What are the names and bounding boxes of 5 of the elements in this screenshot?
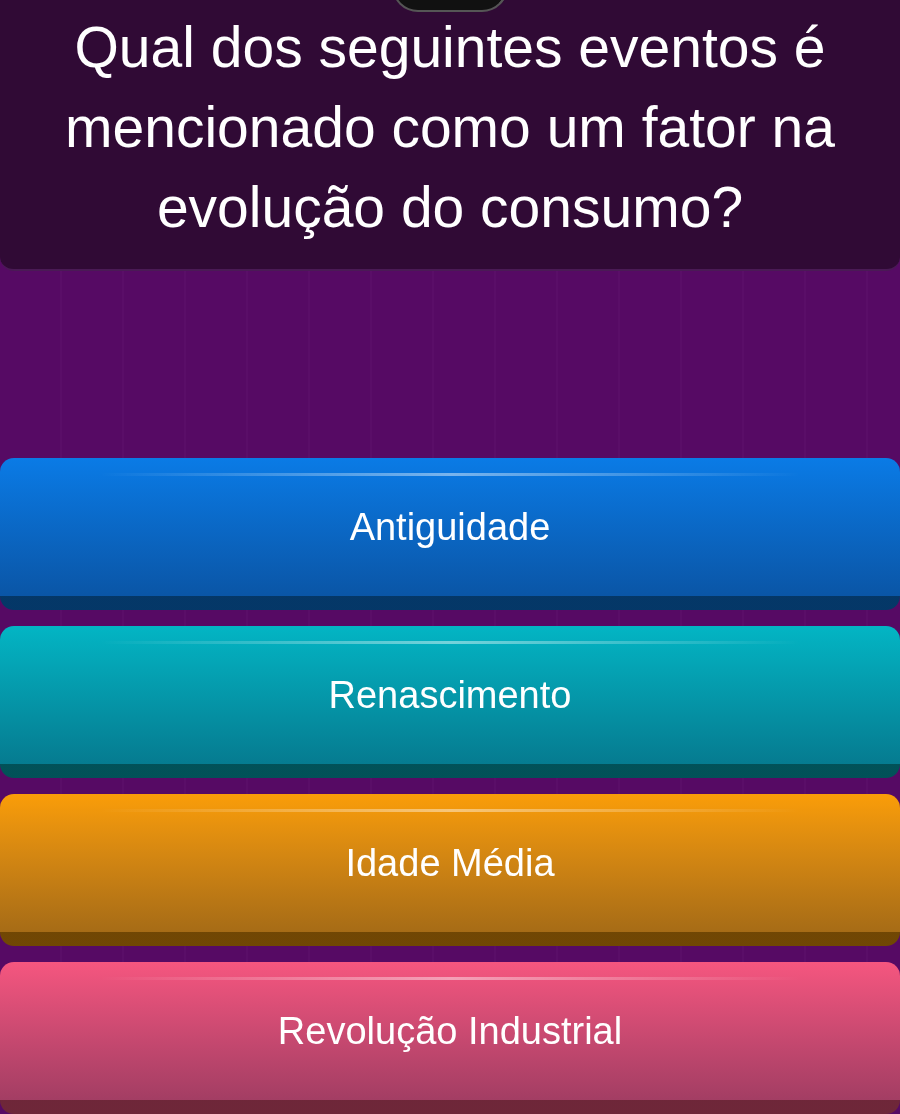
question-text: Qual dos seguintes eventos é mencionado como um fator na evolução do consumo? <box>64 13 836 241</box>
answer-button[interactable]: Revolução Industrial <box>0 962 900 1114</box>
answer-button[interactable]: Antiguidade <box>0 458 900 610</box>
answer-button[interactable]: Renascimento <box>0 626 900 778</box>
answer-button[interactable]: Idade Média <box>0 794 900 946</box>
